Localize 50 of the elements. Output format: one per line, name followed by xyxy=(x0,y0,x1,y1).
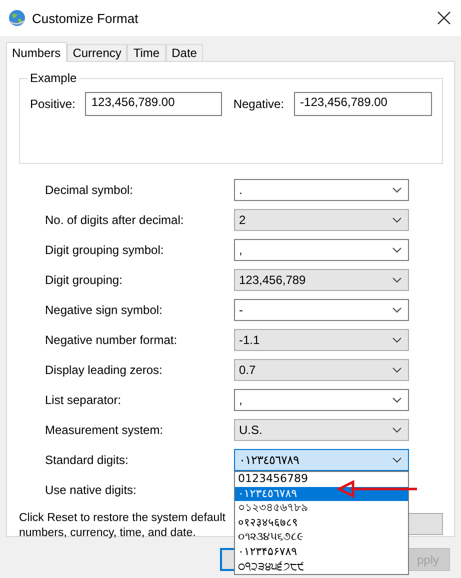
positive-example-field: 123,456,789.00 xyxy=(85,92,222,116)
close-icon[interactable] xyxy=(437,11,451,25)
dropdown[interactable]: U.S. xyxy=(234,419,409,441)
setting-label: Digit grouping symbol: xyxy=(45,243,165,257)
dropdown[interactable]: 2 xyxy=(234,209,409,231)
tab[interactable]: Numbers xyxy=(6,42,67,62)
setting-label: Negative number format: xyxy=(45,333,178,347)
caret-icon xyxy=(392,307,402,313)
caret-icon xyxy=(392,427,402,433)
setting-label: Negative sign symbol: xyxy=(45,303,164,317)
dropdown[interactable]: - xyxy=(234,299,409,321)
caret-icon xyxy=(392,457,402,463)
window-title: Customize Format xyxy=(32,10,140,26)
group-legend: Example xyxy=(28,71,79,85)
setting-label: Digit grouping: xyxy=(45,273,124,287)
setting-label: Display leading zeros: xyxy=(45,363,164,377)
dropdown[interactable]: . xyxy=(234,179,409,201)
caret-icon xyxy=(392,217,402,223)
setting-label: Standard digits: xyxy=(45,453,130,467)
field-label: Negative: xyxy=(233,97,284,111)
dropdown-option[interactable]: ०१२३४५६७८९ xyxy=(235,516,408,530)
dropdown[interactable]: 123,456,789 xyxy=(234,269,409,291)
negative-example-field: -123,456,789.00 xyxy=(294,92,432,116)
dropdown[interactable]: ٠١٢٣٤٥٦٧٨٩ xyxy=(234,449,409,471)
caret-icon xyxy=(392,367,402,373)
dropdown[interactable]: , xyxy=(234,239,409,261)
setting-label: Measurement system: xyxy=(45,423,164,437)
dropdown[interactable]: -1.1 xyxy=(234,329,409,351)
dropdown-option[interactable]: ٠١٢٣٤٥٦٧٨٩ xyxy=(235,486,408,502)
setting-label: Decimal symbol: xyxy=(45,183,134,197)
setting-label: List separator: xyxy=(45,393,122,407)
reset-note: Click Reset to restore the system default xyxy=(19,511,226,526)
tab[interactable]: Currency xyxy=(66,44,128,61)
caret-icon xyxy=(392,277,402,283)
dropdown-option[interactable]: ૦૧૨૩૪૫૬૭૮૯ xyxy=(235,530,408,545)
setting-label: Use native digits: xyxy=(45,483,138,497)
setting-label: No. of digits after decimal: xyxy=(45,213,185,227)
dropdown[interactable]: 0.7 xyxy=(234,359,409,381)
caret-icon xyxy=(392,247,402,253)
tab[interactable]: Time xyxy=(127,44,166,61)
dropdown-option[interactable]: ০১২৩৪৫৬৭৮৯ xyxy=(235,501,408,516)
globe-icon xyxy=(8,9,26,27)
field-label: Positive: xyxy=(30,97,76,111)
dropdown[interactable]: , xyxy=(234,389,409,411)
tab[interactable]: Date xyxy=(166,44,203,61)
caret-icon xyxy=(392,397,402,403)
dropdown-option[interactable]: 0123456789 xyxy=(235,472,408,487)
caret-icon xyxy=(392,187,402,193)
caret-icon xyxy=(392,337,402,343)
reset-note: numbers, currency, time, and date. xyxy=(19,526,196,541)
